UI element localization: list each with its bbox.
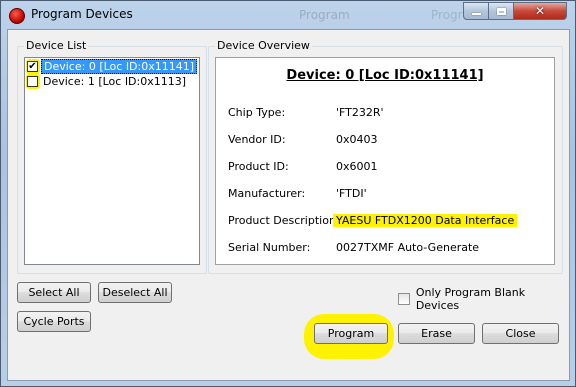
serial-number-label: Serial Number:: [228, 241, 311, 254]
only-program-blank-option[interactable]: Only Program Blank Devices: [398, 286, 569, 312]
device-0-checkbox[interactable]: ✔: [27, 61, 38, 72]
chip-type-value: 'FT232R': [336, 106, 384, 119]
overview-heading: Device: 0 [Loc ID:0x11141]: [286, 68, 484, 83]
device-0-label[interactable]: Device: 0 [Loc ID:0x11141]: [41, 59, 198, 74]
serial-number-value: 0027TXMF Auto-Generate: [336, 241, 480, 254]
list-item[interactable]: Device: 1 [Loc ID:0x1113]: [27, 74, 188, 89]
app-icon: [9, 8, 25, 24]
device-listbox[interactable]: ✔ Device: 0 [Loc ID:0x11141] Device: 1 […: [24, 57, 200, 265]
close-window-button[interactable]: ✕: [514, 2, 567, 20]
only-program-blank-checkbox[interactable]: [398, 293, 410, 305]
title-bar[interactable]: Program Devices Program Program ✕: [1, 1, 576, 29]
background-window-text: Program: [299, 8, 350, 22]
window-title: Program Devices: [31, 7, 133, 21]
program-devices-window: Program Devices Program Program ✕ Device…: [0, 0, 576, 387]
device-list-group: Device List ✔ Device: 0 [Loc ID:0x11141]…: [17, 39, 207, 274]
device-list-title: Device List: [24, 39, 89, 52]
cycle-ports-button[interactable]: Cycle Ports: [17, 311, 91, 332]
vendor-id-label: Vendor ID:: [228, 133, 286, 146]
select-all-button[interactable]: Select All: [17, 282, 91, 303]
program-button[interactable]: Program: [314, 323, 388, 344]
deselect-all-button[interactable]: Deselect All: [98, 282, 172, 303]
product-id-label: Product ID:: [228, 160, 289, 173]
maximize-icon: [496, 7, 506, 15]
minimize-icon: [471, 13, 481, 15]
only-program-blank-label[interactable]: Only Program Blank Devices: [416, 286, 569, 312]
product-description-label: Product Description:: [228, 214, 340, 227]
product-description-value: YAESU FTDX1200 Data Interface: [333, 214, 518, 227]
erase-button[interactable]: Erase: [398, 323, 475, 344]
close-icon: ✕: [534, 4, 546, 18]
manufacturer-value: 'FTDI': [336, 187, 367, 200]
device-overview-panel: Device: 0 [Loc ID:0x11141] Chip Type: 'F…: [215, 57, 555, 265]
close-button[interactable]: Close: [482, 323, 559, 344]
chip-type-label: Chip Type:: [228, 106, 286, 119]
device-overview-group: Device Overview Device: 0 [Loc ID:0x1114…: [208, 39, 563, 274]
manufacturer-label: Manufacturer:: [228, 187, 306, 200]
vendor-id-value: 0x0403: [336, 133, 378, 146]
product-description-value-wrapper: YAESU FTDX1200 Data Interface: [333, 214, 518, 227]
maximize-button[interactable]: [489, 2, 514, 20]
list-item[interactable]: ✔ Device: 0 [Loc ID:0x11141]: [27, 59, 198, 74]
device-1-checkbox[interactable]: [27, 76, 38, 87]
dialog-client-area: Device List ✔ Device: 0 [Loc ID:0x11141]…: [7, 29, 570, 381]
device-overview-title: Device Overview: [215, 39, 312, 52]
device-1-label[interactable]: Device: 1 [Loc ID:0x1113]: [41, 75, 188, 88]
minimize-button[interactable]: [463, 2, 489, 20]
caption-buttons: ✕: [463, 2, 567, 20]
product-id-value: 0x6001: [336, 160, 378, 173]
